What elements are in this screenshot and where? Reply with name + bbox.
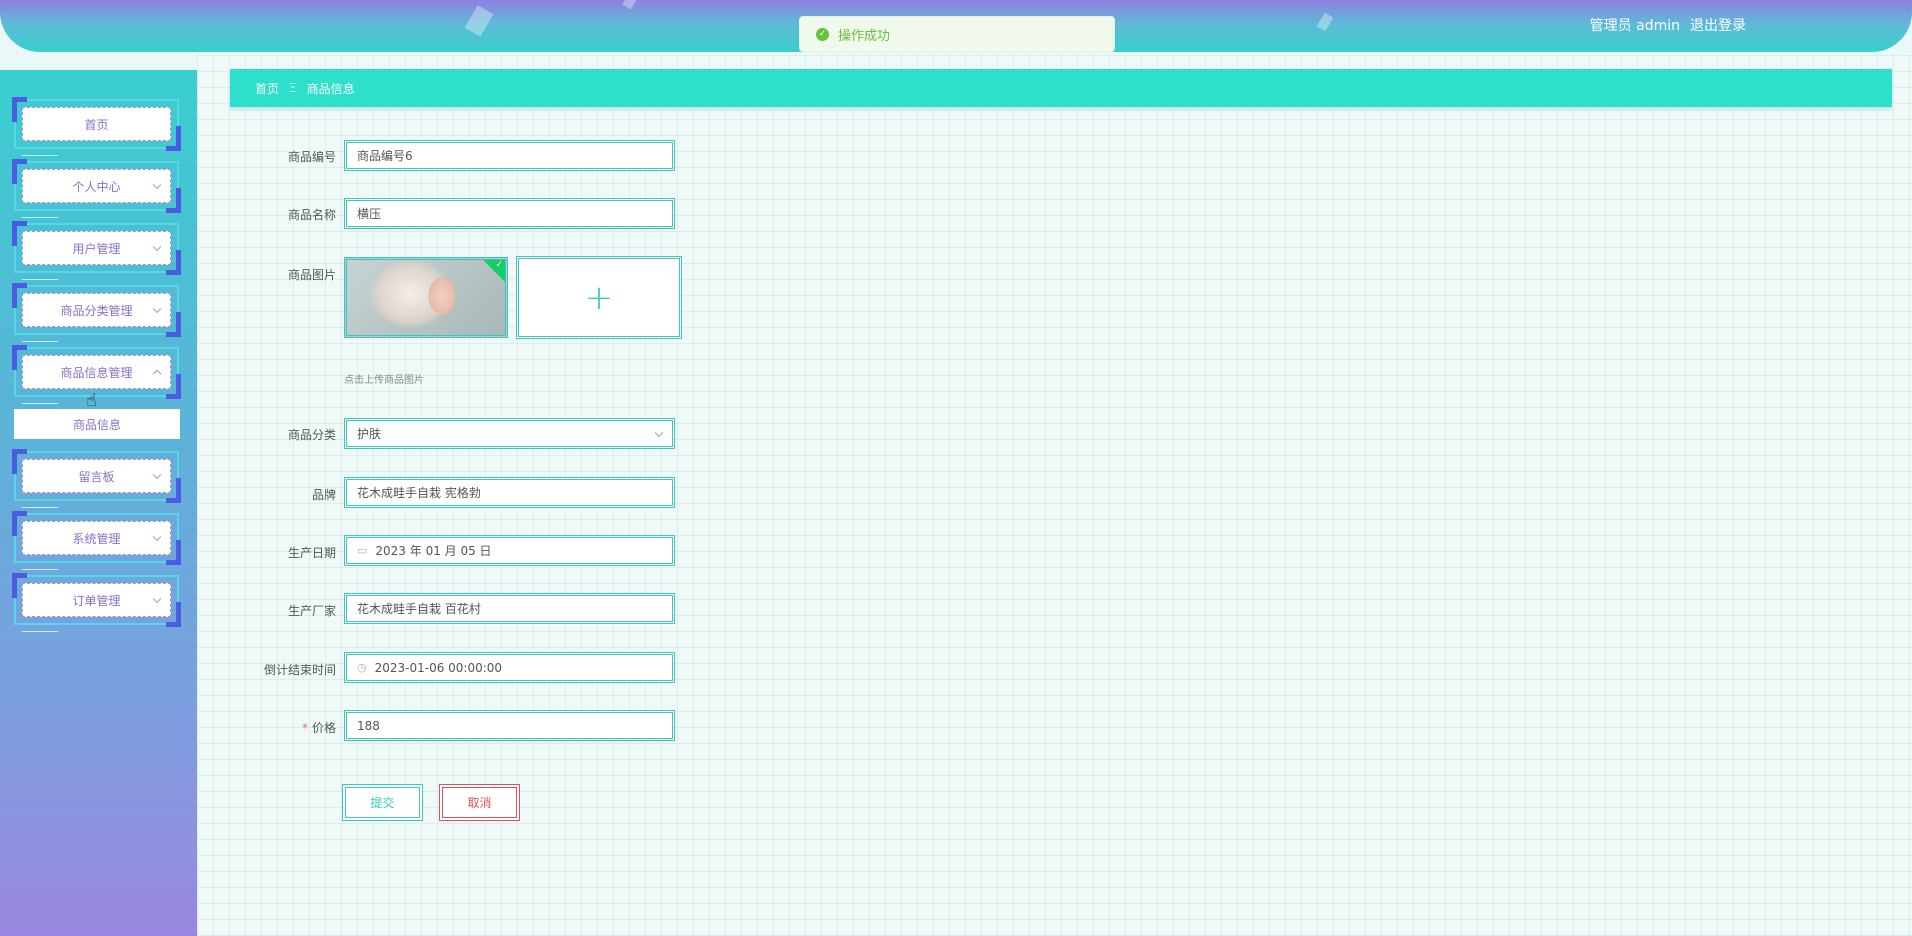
date-picker[interactable]: ▭ 2023 年 01 月 05 日 — [344, 535, 675, 566]
logout-link[interactable]: 退出登录 — [1690, 15, 1746, 35]
submit-button[interactable]: 提交 — [342, 784, 423, 821]
menu-decoration — [22, 569, 58, 570]
upload-add-button[interactable]: + — [516, 256, 682, 339]
plus-icon: + — [584, 277, 614, 318]
countdown-picker[interactable]: ◷ 2023-01-06 00:00:00 — [344, 652, 675, 683]
upload-tip: 点击上传商品图片 — [344, 375, 424, 386]
clock-icon: ◷ — [357, 661, 367, 674]
brand-label: 品牌 — [311, 488, 336, 502]
breadcrumb-separator: Ξ — [289, 81, 297, 95]
sidebar-item-label: 订单管理 — [72, 593, 121, 608]
menu-decoration — [22, 217, 58, 218]
menu-decoration — [22, 403, 58, 404]
maker-field[interactable]: 花木成畦手自栽 百花村 — [344, 593, 675, 624]
countdown-value: 2023-01-06 00:00:00 — [374, 660, 503, 675]
check-icon: ✓ — [495, 260, 503, 270]
sidebar: 首页 个人中心 用户管理 商品分类管理 商品信息管理 商品信息 留言板 系统管理… — [0, 70, 197, 936]
breadcrumb-current: 商品信息 — [306, 81, 355, 96]
sidebar-item-message-board[interactable]: 留言板 — [12, 449, 181, 508]
sidebar-item-user-management[interactable]: 用户管理 — [12, 221, 181, 280]
menu-decoration — [22, 631, 58, 632]
price-field[interactable]: 188 — [344, 710, 675, 741]
chevron-down-icon — [152, 470, 162, 480]
code-field[interactable]: 商品编号6 — [344, 140, 675, 171]
sidebar-item-label: 商品分类管理 — [60, 303, 133, 318]
header-decoration — [464, 5, 494, 37]
code-value: 商品编号6 — [357, 149, 413, 163]
sidebar-item-category-management[interactable]: 商品分类管理 — [12, 283, 181, 342]
sidebar-item-label: 个人中心 — [72, 179, 121, 194]
chevron-down-icon — [152, 532, 162, 542]
check-circle-icon: ✓ — [816, 27, 829, 41]
sidebar-item-label: 用户管理 — [72, 241, 121, 256]
product-image — [347, 260, 505, 335]
breadcrumb: 首页 Ξ 商品信息 — [230, 69, 1892, 107]
brand-value: 花木成畦手自栽 宪格勃 — [357, 486, 481, 500]
date-label: 生产日期 — [287, 546, 336, 560]
code-label: 商品编号 — [287, 150, 336, 164]
name-field[interactable]: 横压 — [344, 198, 675, 229]
chevron-down-icon — [152, 304, 162, 314]
uploaded-image-thumbnail[interactable]: ✓ — [344, 257, 508, 338]
menu-decoration — [22, 341, 58, 342]
breadcrumb-home[interactable]: 首页 — [255, 80, 279, 97]
chevron-down-icon — [152, 180, 162, 190]
sidebar-item-personal-center[interactable]: 个人中心 — [12, 159, 181, 218]
sidebar-item-label: 留言板 — [78, 469, 115, 484]
success-toast: ✓ 操作成功 — [799, 16, 1115, 52]
category-value: 护肤 — [357, 427, 382, 441]
maker-label: 生产厂家 — [287, 604, 336, 618]
price-label: * 价格 — [196, 719, 336, 736]
submenu-item-product-info[interactable]: 商品信息 — [14, 409, 180, 439]
sidebar-item-home[interactable]: 首页 — [12, 97, 181, 156]
brand-field[interactable]: 花木成畦手自栽 宪格勃 — [344, 477, 675, 508]
toast-message: 操作成功 — [838, 28, 891, 44]
user-role-label: 管理员 admin — [1589, 18, 1680, 34]
chevron-down-icon — [152, 242, 162, 252]
cancel-button[interactable]: 取消 — [439, 784, 520, 821]
header-decoration — [622, 0, 638, 10]
header-decoration — [1316, 12, 1334, 32]
countdown-label: 倒计结束时间 — [263, 663, 336, 677]
name-label: 商品名称 — [287, 208, 336, 222]
chevron-down-icon — [152, 594, 162, 604]
name-value: 横压 — [357, 207, 382, 221]
required-marker: * — [301, 721, 308, 735]
chevron-down-icon — [654, 428, 664, 437]
category-label: 商品分类 — [287, 428, 336, 442]
menu-decoration — [22, 507, 58, 508]
calendar-icon: ▭ — [357, 544, 368, 557]
hand-cursor-icon: ☝ — [86, 390, 97, 411]
price-value: 188 — [357, 718, 380, 733]
chevron-up-icon — [152, 369, 162, 379]
sidebar-item-label: 首页 — [84, 117, 109, 132]
price-label-text: 价格 — [311, 721, 336, 735]
sidebar-item-order-management[interactable]: 订单管理 — [12, 573, 181, 632]
sidebar-item-label: 系统管理 — [72, 531, 121, 546]
date-value: 2023 年 01 月 05 日 — [375, 544, 492, 558]
maker-value: 花木成畦手自栽 百花村 — [357, 602, 481, 616]
sidebar-item-label: 商品信息管理 — [60, 365, 133, 380]
image-label: 商品图片 — [287, 268, 336, 282]
menu-decoration — [22, 155, 58, 156]
user-area: 管理员 admin 退出登录 — [1590, 15, 1746, 35]
sidebar-item-system-management[interactable]: 系统管理 — [12, 511, 181, 570]
category-select[interactable]: 护肤 — [344, 418, 675, 449]
menu-decoration — [22, 279, 58, 280]
